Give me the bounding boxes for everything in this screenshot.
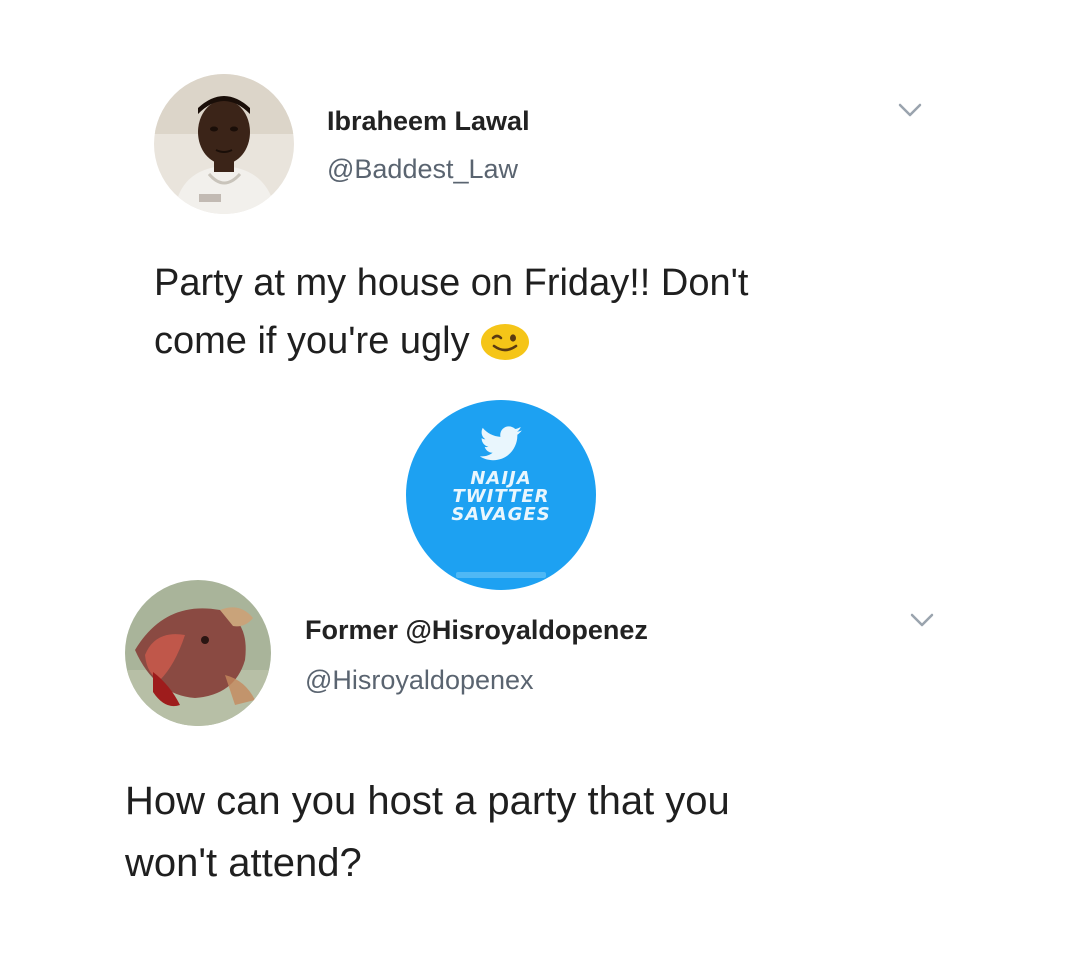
tweet-2-text-line-2: won't attend? [125,841,362,885]
tweet-2-text: How can you host a party that you won't … [125,770,730,894]
tweet-2-menu-chevron-icon[interactable] [908,610,936,630]
avatar-hisroyaldopenez[interactable] [125,580,271,726]
tweet-2-handle[interactable]: @Hisroyaldopenex [305,665,534,696]
tweet-2: Former @Hisroyaldopenez @Hisroyaldopenex… [0,0,1080,954]
tweet-2-display-name[interactable]: Former @Hisroyaldopenez [305,615,648,646]
avatar-photo [125,580,271,726]
tweet-2-text-line-1: How can you host a party that you [125,779,730,823]
